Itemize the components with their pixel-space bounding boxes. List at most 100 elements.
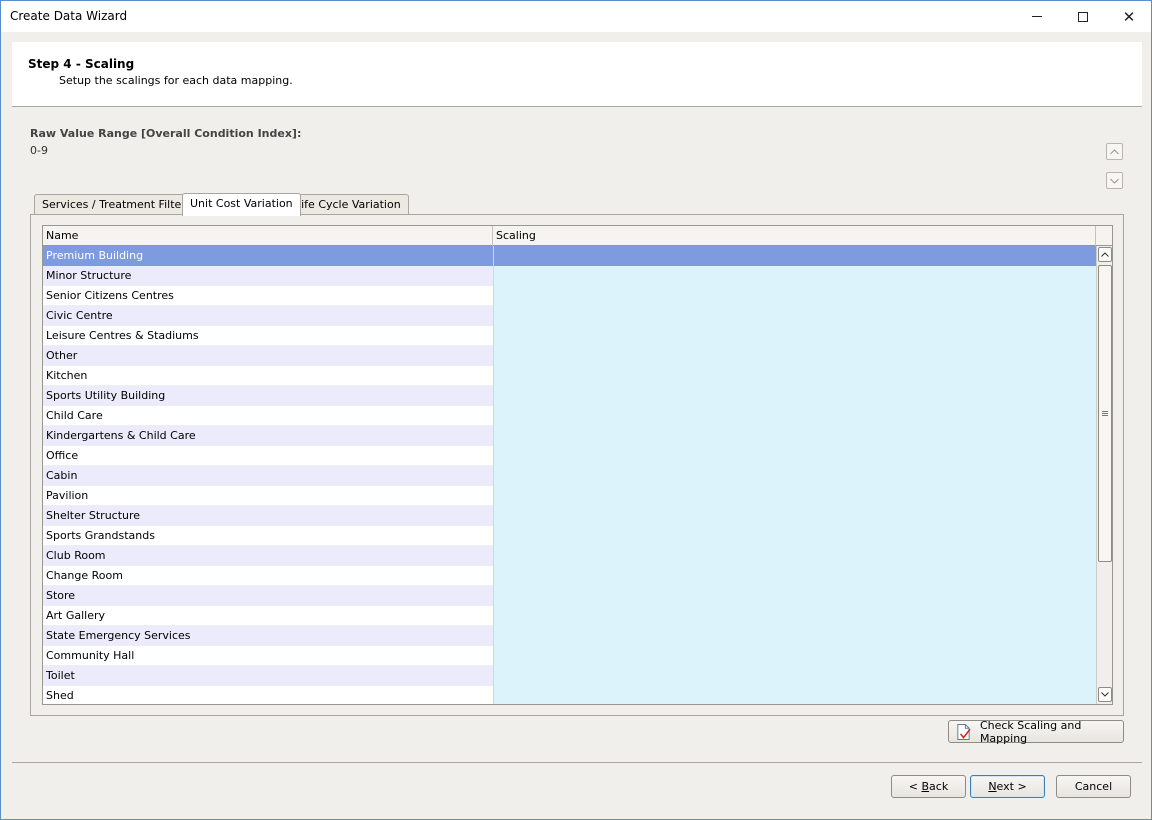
cell-name[interactable]: Leisure Centres & Stadiums bbox=[43, 326, 493, 346]
cell-scaling[interactable] bbox=[493, 606, 1096, 626]
table-row[interactable]: Sports Grandstands bbox=[43, 526, 1096, 546]
cell-scaling[interactable] bbox=[493, 686, 1096, 704]
cell-name[interactable]: Other bbox=[43, 346, 493, 366]
grid-scrollbar[interactable] bbox=[1096, 246, 1112, 704]
table-row[interactable]: Cabin bbox=[43, 466, 1096, 486]
cell-scaling[interactable] bbox=[493, 326, 1096, 346]
table-row[interactable]: State Emergency Services bbox=[43, 626, 1096, 646]
maximize-button[interactable] bbox=[1060, 1, 1106, 32]
column-header-scaling[interactable]: Scaling bbox=[493, 226, 1096, 246]
table-row[interactable]: Community Hall bbox=[43, 646, 1096, 666]
cell-name[interactable]: Senior Citizens Centres bbox=[43, 286, 493, 306]
cell-scaling[interactable] bbox=[493, 386, 1096, 406]
close-icon: ✕ bbox=[1122, 7, 1136, 26]
cell-name[interactable]: Office bbox=[43, 446, 493, 466]
table-row[interactable]: Art Gallery bbox=[43, 606, 1096, 626]
cell-scaling[interactable] bbox=[493, 286, 1096, 306]
cell-name[interactable]: Minor Structure bbox=[43, 266, 493, 286]
cell-scaling[interactable] bbox=[493, 446, 1096, 466]
table-row[interactable]: Child Care bbox=[43, 406, 1096, 426]
table-row[interactable]: Pavilion bbox=[43, 486, 1096, 506]
check-scaling-button[interactable]: Check Scaling and Mapping bbox=[948, 718, 1124, 745]
cell-scaling[interactable] bbox=[493, 486, 1096, 506]
window-title: Create Data Wizard bbox=[10, 9, 128, 23]
table-row[interactable]: Toilet bbox=[43, 666, 1096, 686]
cell-name[interactable]: Premium Building bbox=[43, 246, 493, 266]
back-label-rest: ack bbox=[929, 780, 949, 793]
scrollbar-down-button[interactable] bbox=[1098, 687, 1112, 702]
cell-name[interactable]: Shelter Structure bbox=[43, 506, 493, 526]
back-button[interactable]: < Back bbox=[891, 775, 966, 798]
table-row[interactable]: Premium Building bbox=[43, 246, 1096, 266]
cell-scaling[interactable] bbox=[493, 466, 1096, 486]
table-row[interactable]: Civic Centre bbox=[43, 306, 1096, 326]
cell-name[interactable]: Civic Centre bbox=[43, 306, 493, 326]
table-row[interactable]: Office bbox=[43, 446, 1096, 466]
cell-name[interactable]: Change Room bbox=[43, 566, 493, 586]
back-label-prefix: < bbox=[908, 780, 922, 793]
scrollbar-up-button[interactable] bbox=[1098, 247, 1112, 262]
cell-name[interactable]: Toilet bbox=[43, 666, 493, 686]
cell-scaling[interactable] bbox=[493, 246, 1096, 266]
chevron-up-icon bbox=[1101, 252, 1109, 257]
table-row[interactable]: Kindergartens & Child Care bbox=[43, 426, 1096, 446]
scroll-down-button[interactable] bbox=[1106, 172, 1123, 189]
cell-name[interactable]: Kitchen bbox=[43, 366, 493, 386]
table-row[interactable]: Store bbox=[43, 586, 1096, 606]
table-row[interactable]: Shelter Structure bbox=[43, 506, 1096, 526]
table-row[interactable]: Senior Citizens Centres bbox=[43, 286, 1096, 306]
cell-name[interactable]: Child Care bbox=[43, 406, 493, 426]
table-row[interactable]: Other bbox=[43, 346, 1096, 366]
close-button[interactable]: ✕ bbox=[1106, 1, 1152, 32]
minimize-button[interactable] bbox=[1014, 1, 1060, 32]
step-title: Step 4 - Scaling bbox=[28, 57, 135, 71]
cell-name[interactable]: Sports Utility Building bbox=[43, 386, 493, 406]
cell-name[interactable]: State Emergency Services bbox=[43, 626, 493, 646]
back-label-key: B bbox=[921, 780, 930, 793]
table-row[interactable]: Sports Utility Building bbox=[43, 386, 1096, 406]
footer-divider bbox=[12, 762, 1142, 763]
scrollbar-thumb[interactable] bbox=[1098, 265, 1112, 562]
table-row[interactable]: Leisure Centres & Stadiums bbox=[43, 326, 1096, 346]
cell-scaling[interactable] bbox=[493, 666, 1096, 686]
cell-scaling[interactable] bbox=[493, 366, 1096, 386]
cell-scaling[interactable] bbox=[493, 566, 1096, 586]
cell-scaling[interactable] bbox=[493, 306, 1096, 326]
cell-scaling[interactable] bbox=[493, 626, 1096, 646]
cell-name[interactable]: Pavilion bbox=[43, 486, 493, 506]
title-bar[interactable]: Create Data Wizard ✕ bbox=[1, 1, 1151, 32]
column-header-name[interactable]: Name bbox=[43, 226, 493, 246]
cell-scaling[interactable] bbox=[493, 586, 1096, 606]
tab-unit-cost-variation[interactable]: Unit Cost Variation bbox=[182, 193, 301, 216]
table-row[interactable]: Club Room bbox=[43, 546, 1096, 566]
next-label-key: N bbox=[988, 780, 997, 793]
table-row[interactable]: Minor Structure bbox=[43, 266, 1096, 286]
next-button[interactable]: Next > bbox=[970, 775, 1045, 798]
cell-name[interactable]: Art Gallery bbox=[43, 606, 493, 626]
cell-name[interactable]: Store bbox=[43, 586, 493, 606]
step-header: Step 4 - Scaling Setup the scalings for … bbox=[12, 42, 1142, 106]
cell-name[interactable]: Kindergartens & Child Care bbox=[43, 426, 493, 446]
cell-scaling[interactable] bbox=[493, 526, 1096, 546]
cell-name[interactable]: Club Room bbox=[43, 546, 493, 566]
cell-name[interactable]: Cabin bbox=[43, 466, 493, 486]
cell-scaling[interactable] bbox=[493, 406, 1096, 426]
cell-name[interactable]: Shed bbox=[43, 686, 493, 704]
cell-scaling[interactable] bbox=[493, 426, 1096, 446]
tab-services-treatment-filters[interactable]: Services / Treatment Filters bbox=[34, 194, 200, 215]
cell-name[interactable]: Sports Grandstands bbox=[43, 526, 493, 546]
cell-name[interactable]: Community Hall bbox=[43, 646, 493, 666]
table-row[interactable]: Kitchen bbox=[43, 366, 1096, 386]
cell-scaling[interactable] bbox=[493, 346, 1096, 366]
scroll-up-button[interactable] bbox=[1106, 143, 1123, 160]
scaling-grid: Name Scaling Premium Building Minor Struc… bbox=[42, 225, 1113, 705]
cell-scaling[interactable] bbox=[493, 646, 1096, 666]
cell-scaling[interactable] bbox=[493, 506, 1096, 526]
tab-life-cycle-variation[interactable]: Life Cycle Variation bbox=[287, 194, 409, 215]
table-row[interactable]: Shed bbox=[43, 686, 1096, 704]
table-row[interactable]: Change Room bbox=[43, 566, 1096, 586]
cancel-button[interactable]: Cancel bbox=[1056, 775, 1131, 798]
cell-scaling[interactable] bbox=[493, 266, 1096, 286]
cell-scaling[interactable] bbox=[493, 546, 1096, 566]
check-scaling-label: Check Scaling and Mapping bbox=[979, 718, 1082, 745]
